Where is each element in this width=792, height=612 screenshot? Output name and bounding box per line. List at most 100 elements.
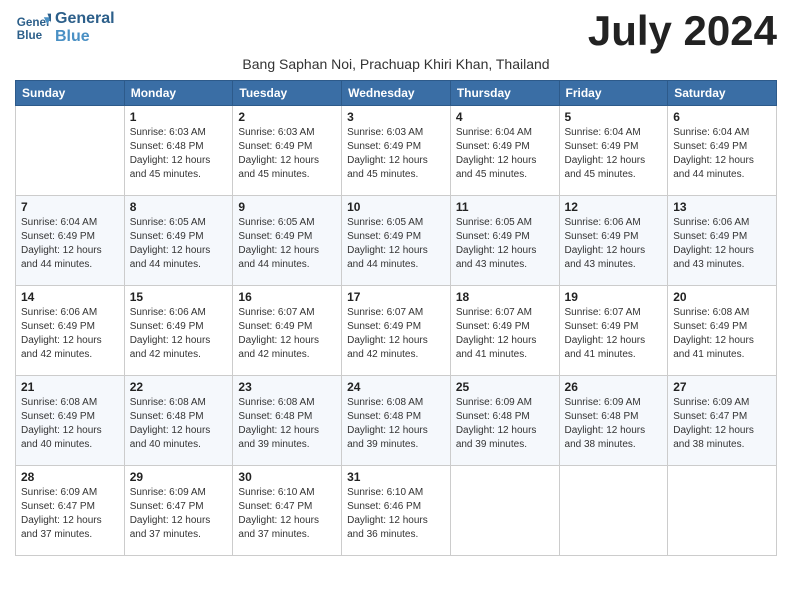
calendar-cell: 3Sunrise: 6:03 AM Sunset: 6:49 PM Daylig… [342,106,451,196]
day-number: 23 [238,380,336,394]
calendar-cell [668,466,777,556]
logo: General Blue General Blue [15,10,115,46]
day-info: Sunrise: 6:03 AM Sunset: 6:48 PM Dayligh… [130,126,228,182]
day-info: Sunrise: 6:06 AM Sunset: 6:49 PM Dayligh… [565,216,663,272]
day-number: 11 [456,200,554,214]
day-info: Sunrise: 6:03 AM Sunset: 6:49 PM Dayligh… [238,126,336,182]
day-number: 13 [673,200,771,214]
day-info: Sunrise: 6:07 AM Sunset: 6:49 PM Dayligh… [238,306,336,362]
day-number: 6 [673,110,771,124]
day-info: Sunrise: 6:09 AM Sunset: 6:47 PM Dayligh… [21,486,119,542]
day-number: 19 [565,290,663,304]
day-number: 15 [130,290,228,304]
day-number: 26 [565,380,663,394]
day-info: Sunrise: 6:05 AM Sunset: 6:49 PM Dayligh… [347,216,445,272]
calendar-cell: 11 Sunrise: 6:05 AM Sunset: 6:49 PM Dayli… [450,196,559,286]
day-info: Sunrise: 6:08 AM Sunset: 6:48 PM Dayligh… [347,396,445,452]
day-number: 3 [347,110,445,124]
day-info: Sunrise: 6:06 AM Sunset: 6:49 PM Dayligh… [130,306,228,362]
calendar-cell: 6 Sunrise: 6:04 AM Sunset: 6:49 PM Daylig… [668,106,777,196]
day-info: Sunrise: 6:04 AM Sunset: 6:49 PM Dayligh… [673,126,771,182]
calendar-cell: 4Sunrise: 6:04 AM Sunset: 6:49 PM Daylig… [450,106,559,196]
day-info: Sunrise: 6:08 AM Sunset: 6:49 PM Dayligh… [673,306,771,362]
month-title: July 2024 [588,10,777,52]
day-info: Sunrise: 6:06 AM Sunset: 6:49 PM Dayligh… [673,216,771,272]
day-number: 28 [21,470,119,484]
calendar-cell: 28 Sunrise: 6:09 AM Sunset: 6:47 PM Dayli… [16,466,125,556]
calendar-week-row: 21 Sunrise: 6:08 AM Sunset: 6:49 PM Dayli… [16,376,777,466]
weekday-header: Monday [124,81,233,106]
day-number: 24 [347,380,445,394]
day-number: 20 [673,290,771,304]
day-number: 18 [456,290,554,304]
calendar-cell: 15 Sunrise: 6:06 AM Sunset: 6:49 PM Dayli… [124,286,233,376]
calendar-cell: 26 Sunrise: 6:09 AM Sunset: 6:48 PM Dayli… [559,376,668,466]
calendar-cell [559,466,668,556]
calendar-cell: 7Sunrise: 6:04 AM Sunset: 6:49 PM Daylig… [16,196,125,286]
weekday-header: Friday [559,81,668,106]
calendar-cell: 16 Sunrise: 6:07 AM Sunset: 6:49 PM Dayli… [233,286,342,376]
day-number: 16 [238,290,336,304]
weekday-header-row: SundayMondayTuesdayWednesdayThursdayFrid… [16,81,777,106]
page-header: General Blue General Blue July 2024 [15,10,777,52]
day-number: 14 [21,290,119,304]
calendar-cell [16,106,125,196]
calendar-cell: 21 Sunrise: 6:08 AM Sunset: 6:49 PM Dayli… [16,376,125,466]
day-number: 22 [130,380,228,394]
calendar-cell: 19 Sunrise: 6:07 AM Sunset: 6:49 PM Dayli… [559,286,668,376]
day-number: 21 [21,380,119,394]
logo-text-general: General [55,10,115,28]
day-info: Sunrise: 6:10 AM Sunset: 6:46 PM Dayligh… [347,486,445,542]
day-info: Sunrise: 6:05 AM Sunset: 6:49 PM Dayligh… [130,216,228,272]
day-number: 17 [347,290,445,304]
day-info: Sunrise: 6:08 AM Sunset: 6:48 PM Dayligh… [238,396,336,452]
logo-icon: General Blue [15,10,51,46]
calendar-cell: 25Sunrise: 6:09 AM Sunset: 6:48 PM Dayli… [450,376,559,466]
subtitle: Bang Saphan Noi, Prachuap Khiri Khan, Th… [15,56,777,72]
calendar-cell: 5Sunrise: 6:04 AM Sunset: 6:49 PM Daylig… [559,106,668,196]
day-number: 10 [347,200,445,214]
calendar-cell: 9 Sunrise: 6:05 AM Sunset: 6:49 PM Daylig… [233,196,342,286]
day-info: Sunrise: 6:07 AM Sunset: 6:49 PM Dayligh… [456,306,554,362]
logo-text-blue: Blue [55,28,115,46]
calendar-week-row: 1Sunrise: 6:03 AM Sunset: 6:48 PM Daylig… [16,106,777,196]
calendar-cell: 2 Sunrise: 6:03 AM Sunset: 6:49 PM Daylig… [233,106,342,196]
day-info: Sunrise: 6:09 AM Sunset: 6:48 PM Dayligh… [565,396,663,452]
calendar-week-row: 28 Sunrise: 6:09 AM Sunset: 6:47 PM Dayli… [16,466,777,556]
calendar-cell: 27 Sunrise: 6:09 AM Sunset: 6:47 PM Dayli… [668,376,777,466]
day-info: Sunrise: 6:07 AM Sunset: 6:49 PM Dayligh… [565,306,663,362]
calendar-cell: 31 Sunrise: 6:10 AM Sunset: 6:46 PM Dayli… [342,466,451,556]
calendar-week-row: 7Sunrise: 6:04 AM Sunset: 6:49 PM Daylig… [16,196,777,286]
weekday-header: Wednesday [342,81,451,106]
day-number: 29 [130,470,228,484]
calendar-cell: 22Sunrise: 6:08 AM Sunset: 6:48 PM Dayli… [124,376,233,466]
day-info: Sunrise: 6:06 AM Sunset: 6:49 PM Dayligh… [21,306,119,362]
calendar-cell: 14 Sunrise: 6:06 AM Sunset: 6:49 PM Dayli… [16,286,125,376]
weekday-header: Thursday [450,81,559,106]
day-number: 9 [238,200,336,214]
calendar-cell: 1Sunrise: 6:03 AM Sunset: 6:48 PM Daylig… [124,106,233,196]
day-info: Sunrise: 6:04 AM Sunset: 6:49 PM Dayligh… [565,126,663,182]
day-info: Sunrise: 6:09 AM Sunset: 6:47 PM Dayligh… [673,396,771,452]
day-number: 27 [673,380,771,394]
day-info: Sunrise: 6:09 AM Sunset: 6:47 PM Dayligh… [130,486,228,542]
calendar-cell: 12 Sunrise: 6:06 AM Sunset: 6:49 PM Dayli… [559,196,668,286]
calendar-cell: 23 Sunrise: 6:08 AM Sunset: 6:48 PM Dayli… [233,376,342,466]
day-info: Sunrise: 6:08 AM Sunset: 6:49 PM Dayligh… [21,396,119,452]
svg-text:Blue: Blue [17,29,43,42]
calendar-week-row: 14 Sunrise: 6:06 AM Sunset: 6:49 PM Dayli… [16,286,777,376]
day-info: Sunrise: 6:05 AM Sunset: 6:49 PM Dayligh… [238,216,336,272]
day-number: 31 [347,470,445,484]
weekday-header: Tuesday [233,81,342,106]
day-number: 2 [238,110,336,124]
day-number: 25 [456,380,554,394]
calendar-cell [450,466,559,556]
calendar-cell: 30Sunrise: 6:10 AM Sunset: 6:47 PM Dayli… [233,466,342,556]
calendar-cell: 29 Sunrise: 6:09 AM Sunset: 6:47 PM Dayli… [124,466,233,556]
day-number: 30 [238,470,336,484]
day-info: Sunrise: 6:05 AM Sunset: 6:49 PM Dayligh… [456,216,554,272]
calendar-cell: 17Sunrise: 6:07 AM Sunset: 6:49 PM Dayli… [342,286,451,376]
day-number: 12 [565,200,663,214]
calendar-cell: 8Sunrise: 6:05 AM Sunset: 6:49 PM Daylig… [124,196,233,286]
calendar-table: SundayMondayTuesdayWednesdayThursdayFrid… [15,80,777,556]
